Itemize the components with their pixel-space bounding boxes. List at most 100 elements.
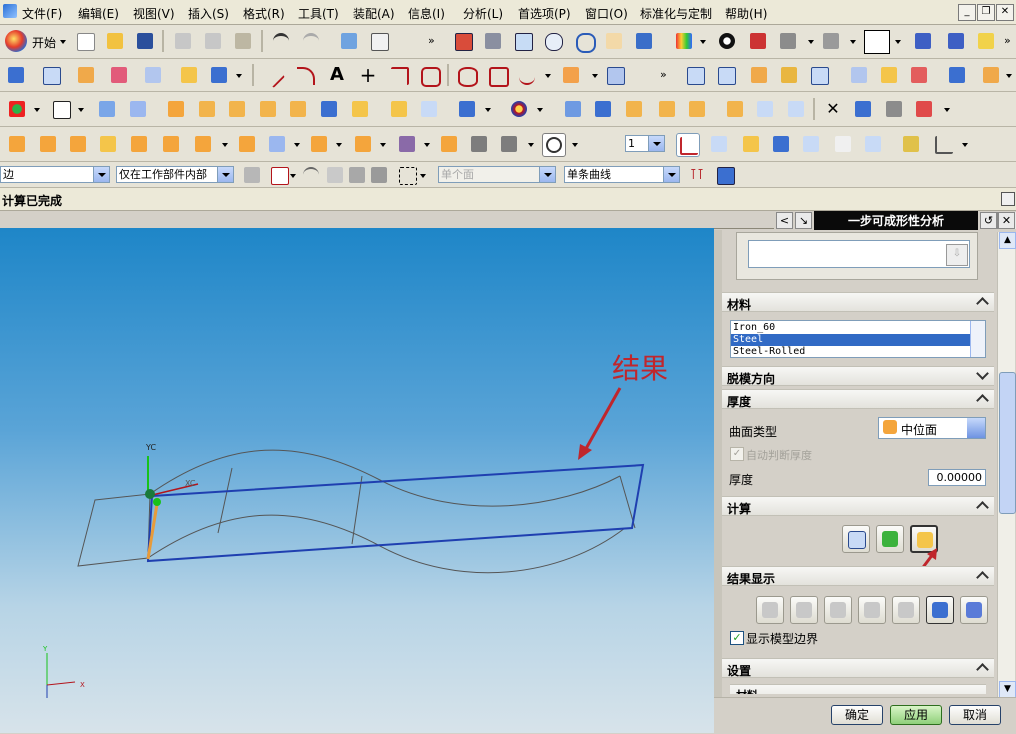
clock-icon[interactable]: [542, 133, 566, 157]
menu-window[interactable]: 窗口(O): [585, 5, 628, 22]
paste-icon[interactable]: [232, 30, 254, 52]
minimize-window-button[interactable]: _: [958, 4, 976, 21]
inference-icon[interactable]: [740, 133, 762, 155]
scroll-thumb[interactable]: [999, 372, 1016, 514]
trim-line-icon[interactable]: [724, 98, 746, 120]
shaded-view-icon[interactable]: [716, 30, 738, 52]
point-on-curve-icon[interactable]: [708, 133, 730, 155]
sew-dropdown[interactable]: [1006, 64, 1012, 86]
zoom-window-icon[interactable]: [482, 30, 504, 52]
material-item[interactable]: Steel-Rolled: [733, 346, 805, 357]
boundary-result-button[interactable]: [926, 596, 954, 624]
boss-icon[interactable]: [192, 133, 214, 155]
blank-icon[interactable]: [686, 98, 708, 120]
render-style-icon[interactable]: [673, 30, 695, 52]
collapse-icon[interactable]: [976, 499, 991, 513]
arrow-select-icon[interactable]: [368, 164, 390, 186]
offset-icon[interactable]: [178, 64, 200, 86]
apply-button[interactable]: 应用: [890, 705, 942, 725]
section-thickness-header[interactable]: 厚度: [722, 389, 994, 409]
restore-window-button[interactable]: ❐: [977, 4, 995, 21]
mass-icon[interactable]: [883, 98, 905, 120]
export-icon[interactable]: [913, 98, 935, 120]
pyramid-icon[interactable]: [96, 98, 118, 120]
selection-scope-select[interactable]: 仅在工作部件内部: [116, 166, 234, 183]
sheet-icon[interactable]: [40, 64, 62, 86]
report-result-button[interactable]: [960, 596, 988, 624]
show-boundary-checkbox[interactable]: ✓: [730, 631, 744, 645]
panel-close-icon[interactable]: ✕: [998, 212, 1015, 229]
panel-reset-icon[interactable]: ↺: [980, 212, 997, 229]
section-draw-direction-header[interactable]: 脱模方向: [722, 366, 994, 386]
background-dropdown[interactable]: [850, 30, 856, 52]
studio-spline-icon[interactable]: [516, 64, 538, 86]
select-edge-icon[interactable]: [862, 133, 884, 155]
thickness-result-button[interactable]: [756, 596, 784, 624]
color-dropdown[interactable]: [895, 30, 901, 52]
render-style-dropdown[interactable]: [700, 30, 706, 52]
new-file-icon[interactable]: [74, 30, 96, 52]
surface-icon[interactable]: [75, 64, 97, 86]
start-label[interactable]: 开始: [32, 34, 56, 51]
section-material-header[interactable]: 材料: [722, 292, 994, 312]
draft-icon[interactable]: [396, 133, 418, 155]
section-compute-header[interactable]: 计算: [722, 496, 994, 516]
menu-standardize[interactable]: 标准化与定制: [640, 5, 712, 22]
mesh-compute-button[interactable]: [842, 525, 870, 553]
collapse-icon[interactable]: [976, 295, 991, 309]
ok-button[interactable]: 确定: [831, 705, 883, 725]
cancel-button[interactable]: 取消: [949, 705, 1001, 725]
general-select-icon[interactable]: [241, 164, 263, 186]
undo-select-icon[interactable]: [300, 164, 322, 186]
panel-back-icon[interactable]: <: [776, 212, 793, 229]
bridge-icon[interactable]: [778, 64, 800, 86]
material-item-selected[interactable]: Steel: [731, 334, 971, 346]
ellipse-icon[interactable]: [455, 64, 478, 87]
export-dropdown[interactable]: [944, 98, 950, 120]
material-list-scrollbar[interactable]: [970, 321, 985, 357]
scroll-down-icon[interactable]: ▼: [999, 681, 1016, 698]
wcs-origin-icon[interactable]: [945, 30, 967, 52]
edge-display-icon[interactable]: [777, 30, 799, 52]
surface-type-select[interactable]: 中位面: [878, 417, 986, 439]
stamp-icon[interactable]: [623, 98, 645, 120]
rectangle-icon[interactable]: [50, 98, 72, 120]
cube-dropdown[interactable]: [485, 98, 491, 120]
curve-list-box[interactable]: [748, 240, 970, 268]
select-cursor-icon[interactable]: [832, 133, 854, 155]
flc-result-button[interactable]: [858, 596, 886, 624]
extension-icon[interactable]: [848, 64, 870, 86]
extrude-icon[interactable]: [97, 133, 119, 155]
springback-result-button[interactable]: [892, 596, 920, 624]
flange-line-icon[interactable]: [754, 98, 776, 120]
pattern-dropdown[interactable]: [380, 133, 386, 155]
n-sided-icon[interactable]: [808, 64, 830, 86]
chamfer-dropdown[interactable]: [294, 133, 300, 155]
spline-dropdown[interactable]: [545, 64, 551, 86]
thicken-icon[interactable]: [349, 98, 371, 120]
intersect-icon[interactable]: [67, 133, 89, 155]
section-results-header[interactable]: 结果显示: [722, 566, 994, 586]
menu-edit[interactable]: 编辑(E): [78, 5, 119, 22]
angle-icon[interactable]: [932, 133, 954, 155]
trimmed-sheet-icon[interactable]: [946, 64, 968, 86]
stress-result-button[interactable]: [824, 596, 852, 624]
shell-dropdown[interactable]: [336, 133, 342, 155]
save-icon[interactable]: [134, 30, 156, 52]
check-icon[interactable]: [852, 98, 874, 120]
close-window-button[interactable]: ✕: [996, 4, 1014, 21]
sew-body-icon[interactable]: [498, 133, 520, 155]
menu-view[interactable]: 视图(V): [133, 5, 175, 22]
solid-block-icon[interactable]: [318, 98, 340, 120]
follow-fillet-icon[interactable]: [714, 164, 736, 186]
delete-feature-icon[interactable]: ✕: [822, 98, 844, 120]
zoom-icon[interactable]: [512, 30, 534, 52]
menu-info[interactable]: 信息(I): [408, 5, 445, 22]
thickness-input[interactable]: 0.00000: [928, 469, 986, 486]
draft-dropdown[interactable]: [424, 133, 430, 155]
trim-icon[interactable]: [208, 64, 230, 86]
snap-point-icon[interactable]: [770, 133, 792, 155]
pattern-icon[interactable]: [352, 133, 374, 155]
boss-dropdown[interactable]: [222, 133, 228, 155]
magnify-icon[interactable]: [542, 30, 564, 52]
